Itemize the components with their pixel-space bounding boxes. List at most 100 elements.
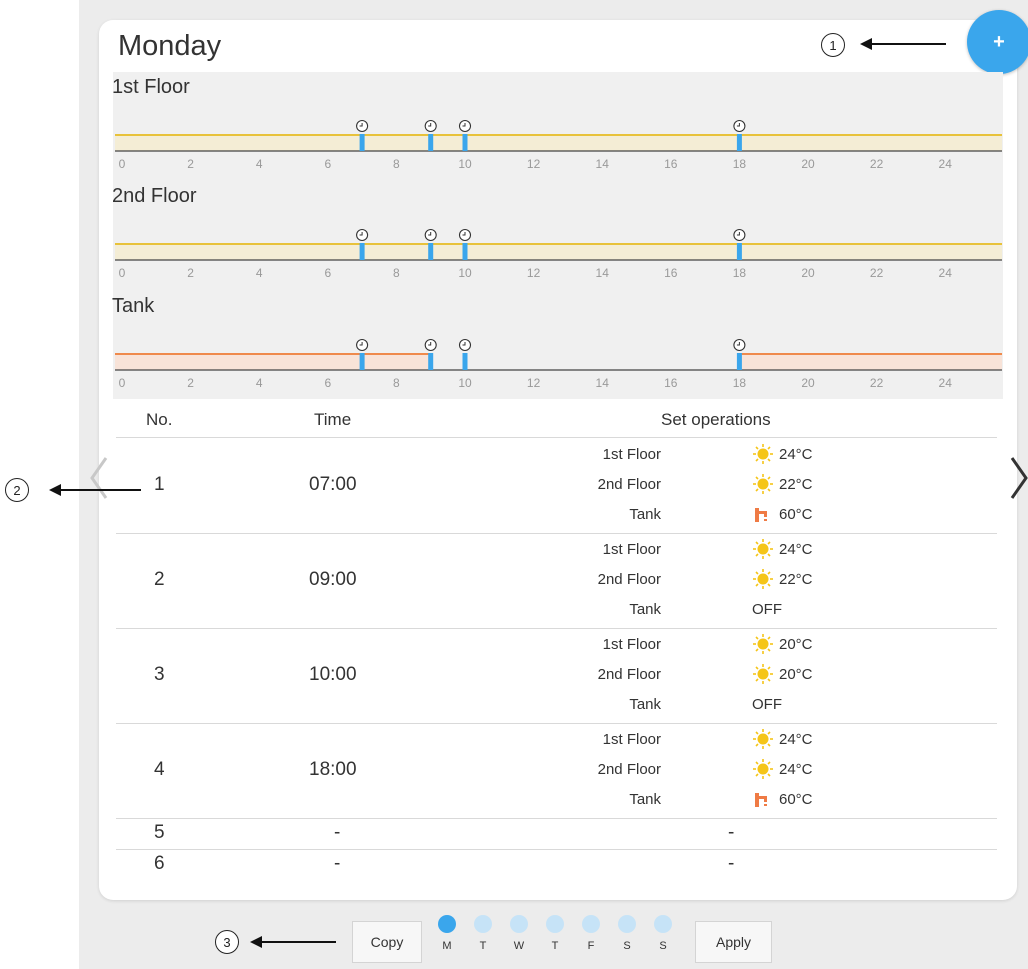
sun-icon (753, 569, 773, 589)
day-dot[interactable] (582, 915, 600, 933)
zone-label: 2nd Floor (597, 761, 661, 778)
timeline-label-1st-floor: 1st Floor (112, 76, 190, 98)
timeline-label-2nd-floor: 2nd Floor (112, 185, 197, 207)
zone-label: Tank (629, 506, 661, 523)
day-label: F (587, 940, 595, 952)
callout-2-arrowhead (49, 484, 61, 496)
day-dot[interactable] (618, 915, 636, 933)
clock-icon[interactable] (733, 338, 746, 352)
chevron-left-icon (90, 457, 108, 499)
row-number: 5 (154, 821, 165, 843)
operation-value: 20°C (752, 633, 813, 655)
setpoint-value: 24°C (779, 445, 813, 463)
operation-value: 60°C (752, 503, 813, 525)
clock-icon[interactable] (356, 338, 369, 352)
clock-icon[interactable] (424, 119, 437, 133)
clock-icon[interactable] (733, 119, 746, 133)
day-label: S (623, 940, 631, 952)
setpoint-value: 24°C (779, 730, 813, 748)
day-label: S (659, 940, 667, 952)
zone-label: 1st Floor (602, 541, 661, 558)
callout-3-arrow (256, 941, 336, 943)
day-dot[interactable] (474, 915, 492, 933)
clock-icon[interactable] (458, 228, 472, 242)
clock-icon[interactable] (424, 338, 437, 352)
callout-3-arrowhead (250, 936, 262, 948)
day-dot[interactable] (510, 915, 528, 933)
clock-icon[interactable] (424, 228, 437, 242)
zone-label: Tank (629, 696, 661, 713)
sun-icon (753, 729, 773, 749)
operation-value: OFF (752, 598, 782, 620)
column-header-no: No. (146, 410, 173, 429)
sun-icon (753, 634, 773, 654)
callout-2-arrow (55, 489, 141, 491)
previous-day-button[interactable] (86, 452, 114, 504)
clock-icon[interactable] (458, 338, 472, 352)
day-label: M (442, 940, 452, 952)
copy-button[interactable]: Copy (352, 921, 422, 963)
zone-label: 2nd Floor (597, 666, 661, 683)
next-day-button[interactable] (1006, 452, 1028, 504)
operation-value: 24°C (752, 758, 813, 780)
operation-value: 24°C (752, 538, 813, 560)
zone-label: 2nd Floor (597, 476, 661, 493)
row-divider (116, 628, 997, 629)
zone-label: 1st Floor (602, 731, 661, 748)
tap-icon (755, 793, 767, 807)
row-time: 07:00 (309, 473, 357, 495)
sun-icon (753, 474, 773, 494)
operation-value: 22°C (752, 473, 813, 495)
chevron-right-icon (1010, 457, 1028, 499)
row-divider (116, 533, 997, 534)
row-operations: - (728, 852, 735, 874)
row-divider (116, 849, 997, 850)
day-label: T (551, 940, 559, 952)
callout-1-arrowhead (860, 38, 872, 50)
plus-icon: + (993, 30, 1005, 53)
clock-icon[interactable] (458, 119, 472, 133)
day-label: T (479, 940, 487, 952)
timeline-label-tank: Tank (112, 295, 155, 317)
row-divider (116, 723, 997, 724)
apply-button[interactable]: Apply (695, 921, 772, 963)
callout-1-arrow (866, 43, 946, 45)
zone-label: 2nd Floor (597, 571, 661, 588)
setpoint-value: 20°C (779, 635, 813, 653)
callout-1: 1 (821, 33, 845, 57)
sun-icon (753, 759, 773, 779)
row-number: 4 (154, 758, 165, 780)
setpoint-value: OFF (752, 695, 782, 713)
zone-label: 1st Floor (602, 446, 661, 463)
row-number: 3 (154, 663, 165, 685)
callout-2: 2 (5, 478, 29, 502)
clock-icon[interactable] (733, 228, 746, 242)
setpoint-value: OFF (752, 600, 782, 618)
day-dot[interactable] (654, 915, 672, 933)
clock-icon[interactable] (356, 228, 369, 242)
operation-value: 24°C (752, 443, 813, 465)
operation-value: 60°C (752, 788, 813, 810)
day-dot[interactable] (438, 915, 456, 933)
timeline-area (113, 72, 1003, 399)
setpoint-value: 24°C (779, 540, 813, 558)
column-header-set-operations: Set operations (661, 410, 771, 429)
row-time: - (334, 821, 341, 843)
row-time: 09:00 (309, 568, 357, 590)
clock-icon[interactable] (356, 119, 369, 133)
row-number: 1 (154, 473, 165, 495)
callout-3: 3 (215, 930, 239, 954)
row-number: 2 (154, 568, 165, 590)
add-schedule-button[interactable]: + (967, 10, 1028, 74)
column-header-time: Time (314, 410, 352, 429)
row-time: 10:00 (309, 663, 357, 685)
row-time: 18:00 (309, 758, 357, 780)
zone-label: 1st Floor (602, 636, 661, 653)
sun-icon (753, 664, 773, 684)
setpoint-value: 60°C (779, 505, 813, 523)
setpoint-value: 60°C (779, 790, 813, 808)
sun-icon (753, 539, 773, 559)
sun-icon (753, 444, 773, 464)
day-dot[interactable] (546, 915, 564, 933)
row-time: - (334, 852, 341, 874)
